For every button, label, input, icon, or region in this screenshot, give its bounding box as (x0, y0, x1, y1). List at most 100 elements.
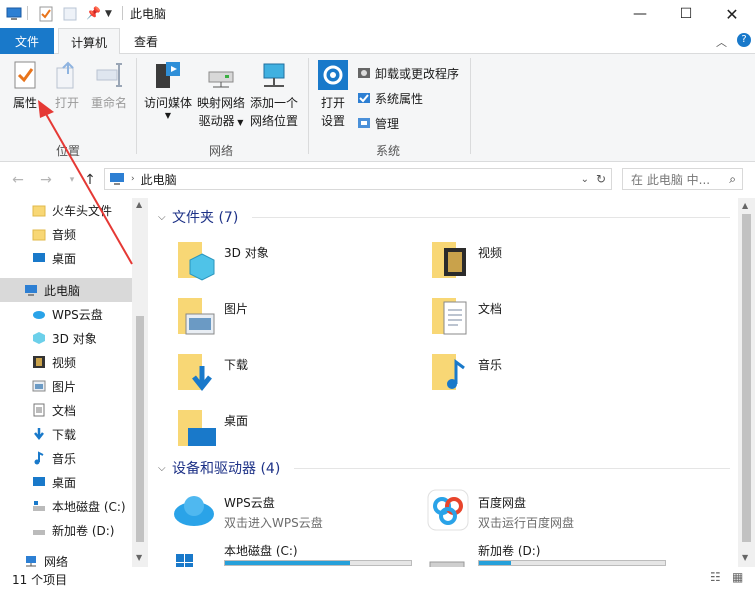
system-properties-button[interactable]: 系统属性 (357, 87, 423, 109)
content-scrollbar[interactable]: ▲ ▼ (738, 198, 755, 567)
add-network-location-button[interactable]: 添加一个 网络位置 (248, 60, 300, 130)
cube-folder-icon (178, 242, 215, 281)
scroll-up-icon[interactable]: ▲ (136, 200, 142, 209)
add-location-label-line1: 添加一个 (249, 96, 298, 110)
open-settings-label-line2: 设置 (320, 114, 345, 128)
content-scroll-thumb[interactable] (742, 214, 751, 542)
picture-icon (32, 380, 46, 392)
folder-tile-music[interactable]: 音乐 (430, 350, 660, 398)
folder-tile-video[interactable]: 视频 (430, 238, 660, 286)
document-folder-icon (432, 298, 467, 335)
picture-folder-icon (178, 298, 215, 335)
close-button[interactable]: ✕ (709, 0, 755, 28)
properties-label: 属性 (12, 96, 37, 110)
settings-gear-icon (318, 60, 348, 90)
open-icon (56, 61, 74, 89)
properties-check-icon[interactable] (38, 6, 54, 22)
nav-item-train-files[interactable]: 火车头文件 (0, 198, 132, 222)
drive-icon (33, 501, 45, 511)
group-divider (308, 58, 309, 154)
back-button[interactable]: ← (8, 170, 28, 190)
open-settings-button[interactable]: 打开 设置 (314, 60, 352, 130)
nav-scroll-thumb[interactable] (136, 316, 144, 542)
address-dropdown-icon[interactable]: ⌄ (581, 174, 589, 185)
folder-tile-documents[interactable]: 文档 (430, 294, 660, 342)
new-folder-icon[interactable] (62, 6, 78, 22)
music-folder-icon (432, 354, 465, 390)
nav-item-label: 此电脑 (44, 283, 81, 298)
properties-check-icon (14, 61, 36, 89)
folder-tile-3d-objects[interactable]: 3D 对象 (176, 238, 406, 286)
nav-item-wps-cloud[interactable]: WPS云盘 (0, 302, 132, 326)
nav-item-label: 音乐 (52, 451, 77, 466)
rename-icon (96, 63, 122, 87)
group-divider (136, 58, 137, 154)
tab-view[interactable]: 查看 (124, 28, 168, 54)
maximize-button[interactable]: ☐ (663, 0, 709, 28)
nav-item-video[interactable]: 视频 (0, 350, 132, 374)
content-pane: ⌵ 文件夹 (7) 3D 对象 视频 图片 文档 下载 音乐 桌面 ⌵ 设备和驱… (148, 198, 738, 567)
recent-locations-button[interactable]: ▾ (62, 170, 82, 190)
devices-section-header[interactable]: ⌵ 设备和驱动器 (4) (158, 458, 280, 478)
nav-item-desktop-2[interactable]: 桌面 (0, 470, 132, 494)
media-server-icon (156, 62, 180, 88)
up-button[interactable]: ↑ (80, 170, 100, 190)
tab-file[interactable]: 文件 (0, 28, 54, 54)
window-title: 此电脑 (130, 7, 167, 21)
nav-item-audio[interactable]: 音频 (0, 222, 132, 246)
devices-heading: 设备和驱动器 (4) (172, 461, 281, 477)
device-tile-baidu-netdisk[interactable]: 百度网盘 双击运行百度网盘 (426, 488, 656, 536)
map-drive-button[interactable]: 映射网络 驱动器 ▼ (196, 60, 246, 132)
uninstall-button[interactable]: 卸载或更改程序 (357, 62, 459, 84)
pin-icon[interactable]: 📌 (86, 6, 102, 22)
scroll-up-icon[interactable]: ▲ (742, 201, 748, 210)
rename-button[interactable]: 重命名 (90, 60, 128, 112)
details-view-icon[interactable]: ☷ (710, 570, 721, 584)
nav-item-drive-d[interactable]: 新加卷 (D:) (0, 518, 132, 542)
device-tile-drive-d[interactable]: 新加卷 (D:) (426, 540, 666, 567)
dropdown-icon[interactable]: ▼ (105, 9, 121, 25)
open-button[interactable]: 打开 (50, 60, 84, 112)
folder-tile-desktop[interactable]: 桌面 (176, 406, 406, 454)
properties-button[interactable]: 属性 (6, 60, 44, 112)
scroll-down-icon[interactable]: ▼ (136, 553, 142, 562)
nav-item-pictures[interactable]: 图片 (0, 374, 132, 398)
device-tile-wps-cloud[interactable]: WPS云盘 双击进入WPS云盘 (172, 488, 402, 536)
search-icon: ⌕ (729, 171, 736, 186)
manage-button[interactable]: 管理 (357, 112, 399, 134)
forward-button[interactable]: → (36, 170, 56, 190)
open-label: 打开 (54, 96, 79, 110)
collapse-ribbon-icon[interactable]: ︿ (716, 34, 727, 50)
computer-icon[interactable] (6, 6, 22, 22)
nav-item-label: 桌面 (52, 251, 77, 266)
nav-item-desktop[interactable]: 桌面 (0, 246, 132, 270)
folder-tile-downloads[interactable]: 下载 (176, 350, 406, 398)
system-properties-label: 系统属性 (375, 91, 424, 106)
nav-scrollbar[interactable]: ▲ ▼ (132, 198, 148, 567)
tab-computer[interactable]: 计算机 (58, 28, 120, 55)
nav-item-3d-objects[interactable]: 3D 对象 (0, 326, 132, 350)
navigation-pane: 火车头文件 音频 桌面 此电脑 WPS云盘 3D 对象 视频 图片 文档 下载 … (0, 198, 148, 569)
address-field[interactable]: › 此电脑 ⌄ ↻ (104, 168, 612, 190)
scroll-down-icon[interactable]: ▼ (742, 553, 748, 562)
help-icon[interactable]: ? (737, 33, 751, 47)
folders-section-header[interactable]: ⌵ 文件夹 (7) (158, 207, 238, 227)
refresh-icon[interactable]: ↻ (596, 172, 606, 186)
minimize-button[interactable]: — (617, 0, 663, 28)
desktop-icon (33, 477, 45, 486)
nav-item-music[interactable]: 音乐 (0, 446, 132, 470)
network-location-icon (263, 63, 285, 87)
access-media-button[interactable]: 访问媒体 ▼ (142, 60, 194, 120)
nav-item-downloads[interactable]: 下载 (0, 422, 132, 446)
folder-tile-pictures[interactable]: 图片 (176, 294, 406, 342)
drive-usage-bar (478, 560, 666, 566)
tile-label: 桌面 (224, 414, 249, 428)
map-drive-label-line1: 映射网络 (196, 96, 245, 110)
nav-item-this-pc[interactable]: 此电脑 (0, 278, 132, 302)
nav-item-label: 本地磁盘 (C:) (52, 499, 126, 514)
nav-item-drive-c[interactable]: 本地磁盘 (C:) (0, 494, 132, 518)
nav-item-documents[interactable]: 文档 (0, 398, 132, 422)
search-input[interactable]: 在 此电脑 中... ⌕ (622, 168, 743, 190)
large-icons-view-icon[interactable]: ▦ (732, 570, 743, 584)
device-tile-drive-c[interactable]: 本地磁盘 (C:) (172, 540, 412, 567)
